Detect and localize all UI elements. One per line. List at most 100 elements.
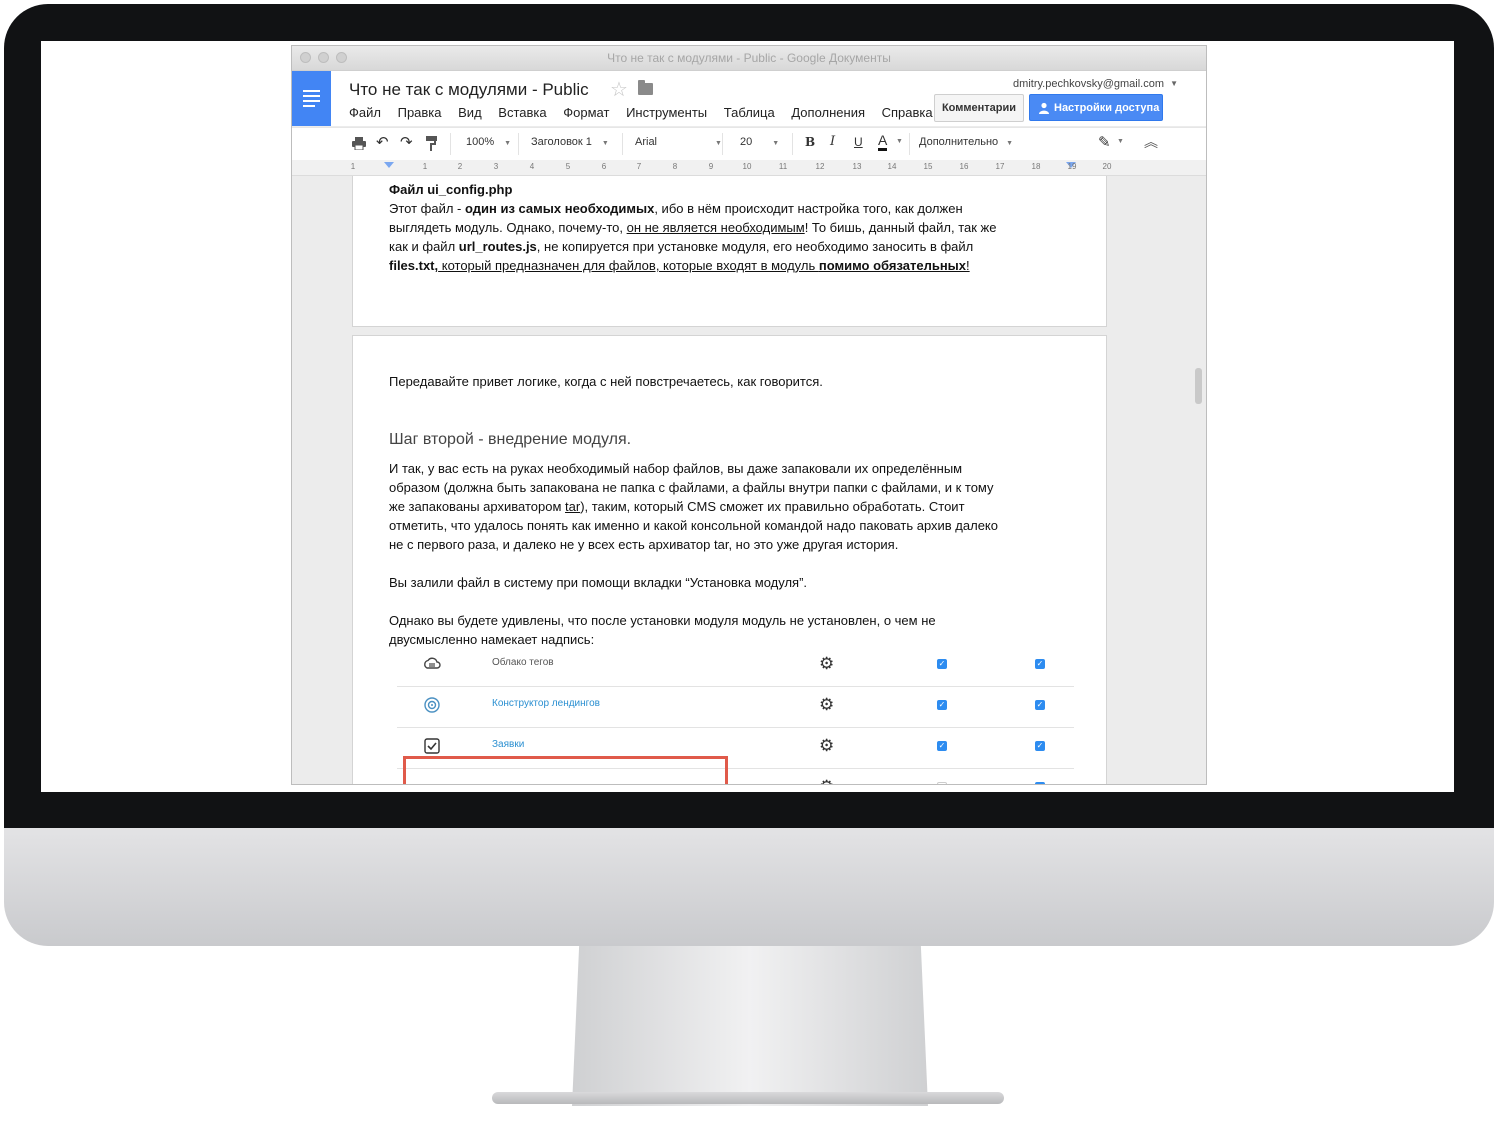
menu-view[interactable]: Вид [458,105,482,120]
checkbox-icon [424,738,440,754]
left-indent-marker[interactable] [384,162,394,168]
ruler-number: 18 [1031,162,1041,171]
formatting-toolbar: ↶ ↷ 100% ▼ Заголовок 1 ▼ Arial ▼ 20 ▼ B I U … [292,127,1206,161]
ruler-number: 1 [350,162,356,171]
star-icon[interactable]: ☆ [610,77,628,102]
checkbox-checked[interactable]: ✓ [1035,700,1045,710]
ruler-number: 12 [815,162,825,171]
ruler-number: 13 [852,162,862,171]
module-name: Облако тегов [492,657,554,668]
menu-edit[interactable]: Правка [398,105,442,120]
ruler-number: 4 [529,162,535,171]
chevron-down-icon[interactable]: ▼ [1170,79,1178,88]
target-icon [424,697,440,713]
ruler-number: 19 [1067,162,1077,171]
ruler-number: 15 [923,162,933,171]
ruler-number: 1 [422,162,428,171]
ruler-number: 20 [1102,162,1112,171]
print-icon[interactable] [352,137,366,150]
user-account[interactable]: dmitry.pechkovsky@gmail.com [1013,78,1164,90]
document-title[interactable]: Что не так с модулями - Public [349,80,589,100]
menu-table[interactable]: Таблица [724,105,775,120]
chevron-down-icon: ▼ [772,140,780,147]
ruler-number: 2 [457,162,463,171]
section-heading: Шаг второй - внедрение модуля. [389,431,632,448]
paragraph: Передавайте привет логике, когда с ней п… [389,374,823,389]
ruler-number: 16 [959,162,969,171]
share-button[interactable]: Настройки доступа [1029,94,1163,121]
person-icon [1039,102,1049,114]
menu-bar: Файл Правка Вид Вставка Формат Инструмен… [349,105,946,120]
share-button-label: Настройки доступа [1054,102,1160,114]
monitor-chin [4,828,1494,946]
paragraph: Однако вы будете удивлены, что после уст… [389,613,936,647]
document-page[interactable]: Передавайте привет логике, когда с ней п… [352,335,1107,784]
chevron-down-icon: ▼ [715,140,722,147]
window-titlebar: Что не так с модулями - Public - Google … [292,46,1206,71]
chevron-down-icon: ▼ [601,140,609,147]
docs-logo-icon[interactable] [292,71,331,126]
chevron-down-icon: ▼ [1006,140,1014,147]
italic-button[interactable]: I [830,134,835,149]
chevron-down-icon: ▼ [504,140,512,147]
folder-icon[interactable] [638,80,653,95]
collapse-toolbar-icon[interactable]: ︽ [1144,132,1158,152]
paragraph: Вы залили файл в систему при помощи вкла… [389,575,808,590]
bold-button[interactable]: B [805,135,815,149]
module-row: Облако тегов ⚙ ✓ ✓ [397,646,1074,687]
chevron-down-icon[interactable]: ▼ [896,138,903,145]
menu-help[interactable]: Справка [882,105,933,120]
ruler-number: 17 [995,162,1005,171]
menu-insert[interactable]: Вставка [498,105,546,120]
cloud-icon [424,657,441,669]
checkbox-checked[interactable]: ✓ [937,700,947,710]
checkbox-checked[interactable]: ✓ [937,659,947,669]
ruler[interactable]: 1 1 2 3 4 5 6 7 8 9 10 11 12 13 14 15 16… [292,160,1206,176]
style-select[interactable]: Заголовок 1 ▼ [531,136,609,148]
menu-addons[interactable]: Дополнения [791,105,865,120]
docs-header: Что не так с модулями - Public ☆ Файл Пр… [292,71,1206,126]
ruler-number: 11 [778,162,788,171]
chevron-down-icon[interactable]: ▼ [1117,138,1124,145]
checkbox-checked[interactable]: ✓ [1035,741,1045,751]
highlight-box [403,756,728,784]
monitor-stand [572,946,928,1106]
checkbox-checked[interactable]: ✓ [937,741,947,751]
more-button[interactable]: Дополнительно ▼ [919,136,1013,148]
paint-format-icon[interactable] [426,136,438,151]
gear-icon[interactable]: ⚙ [819,778,834,785]
browser-window: Что не так с модулями - Public - Google … [291,45,1207,785]
ruler-number: 3 [493,162,499,171]
module-row: Конструктор лендингов ⚙ ✓ ✓ [397,687,1074,728]
module-name-link[interactable]: Конструктор лендингов [492,698,600,709]
checkbox-checked[interactable]: ✓ [1035,659,1045,669]
checkbox-unchecked[interactable] [937,782,947,784]
monitor-foot [492,1092,1004,1104]
section-heading: Файл ui_config.php [389,182,513,197]
comments-button[interactable]: Комментарии [934,94,1024,122]
font-select[interactable]: Arial ▼ [635,136,722,148]
paragraph: Этот файл - один из самых необходимых, и… [389,201,997,273]
checkbox-checked[interactable] [1035,782,1045,784]
ruler-number: 6 [601,162,607,171]
zoom-select[interactable]: 100% ▼ [466,136,511,148]
gear-icon[interactable]: ⚙ [819,696,834,714]
monitor-screen: Что не так с модулями - Public - Google … [41,41,1454,792]
menu-tools[interactable]: Инструменты [626,105,707,120]
gear-icon[interactable]: ⚙ [819,737,834,755]
underline-button[interactable]: U [854,135,863,149]
ruler-number: 5 [565,162,571,171]
ruler-number: 8 [672,162,678,171]
edit-mode-pencil-icon[interactable]: ✎ [1098,133,1111,151]
gear-icon[interactable]: ⚙ [819,655,834,673]
vertical-scrollbar[interactable] [1195,368,1202,404]
text-color-button[interactable]: A [878,133,888,151]
document-canvas[interactable]: Файл ui_config.php Этот файл - один из с… [292,176,1206,784]
undo-icon[interactable]: ↶ [376,133,389,151]
document-page[interactable]: Файл ui_config.php Этот файл - один из с… [352,176,1107,327]
module-name-link[interactable]: Заявки [492,739,524,750]
menu-format[interactable]: Формат [563,105,609,120]
font-size-select[interactable]: 20 ▼ [740,136,779,148]
redo-icon[interactable]: ↷ [400,133,413,151]
menu-file[interactable]: Файл [349,105,381,120]
